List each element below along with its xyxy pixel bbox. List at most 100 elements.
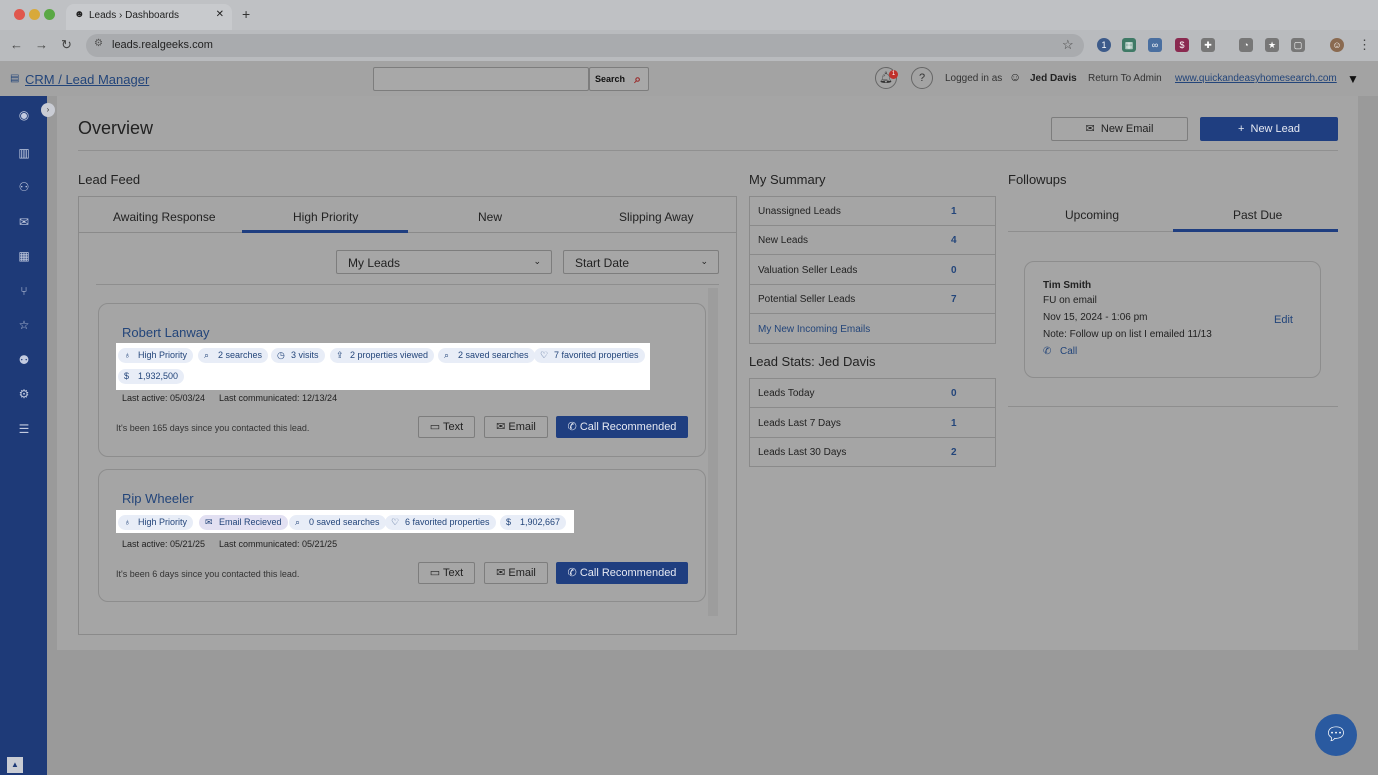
tab-close-icon[interactable]: ✕ <box>216 9 224 20</box>
phone-icon: ✆ <box>567 567 577 579</box>
close-window-button[interactable] <box>14 9 25 20</box>
email-button[interactable]: ✉ Email <box>484 562 548 584</box>
tab-past-due[interactable]: Past Due <box>1233 208 1282 222</box>
incoming-emails-link[interactable]: My New Incoming Emails <box>758 324 870 335</box>
last-active: Last active: 05/03/24 <box>122 393 206 403</box>
lead-name-link[interactable]: Rip Wheeler <box>122 491 194 506</box>
scroll-up-icon[interactable]: ▲ <box>7 757 23 773</box>
new-tab-icon[interactable]: + <box>242 6 250 22</box>
extension-1-icon[interactable]: 1 <box>1097 38 1111 52</box>
sidebar-calendar-icon[interactable]: ▦ <box>15 249 33 267</box>
return-to-admin-link[interactable]: Return To Admin <box>1088 73 1162 84</box>
summary-value[interactable]: 7 <box>951 294 957 305</box>
sidebar-logo-icon[interactable]: ◉ <box>15 108 33 126</box>
extension-link-icon[interactable]: ∞ <box>1148 38 1162 52</box>
my-leads-label: My Leads <box>348 256 401 270</box>
site-info-icon[interactable]: ⚙ <box>94 38 103 49</box>
browser-menu-icon[interactable]: ⋮ <box>1358 37 1371 53</box>
summary-value[interactable]: 1 <box>951 206 957 217</box>
tab-awaiting-response[interactable]: Awaiting Response <box>113 210 216 224</box>
email-button[interactable]: ✉ Email <box>484 416 548 438</box>
sidebar-mail-icon[interactable]: ✉ <box>15 215 33 233</box>
back-icon[interactable]: ← <box>10 37 23 52</box>
tab-slipping-away[interactable]: Slipping Away <box>619 210 694 224</box>
active-tab-indicator <box>1173 229 1338 232</box>
stats-label: Leads Last 7 Days <box>758 418 841 429</box>
sidebar-favorites-icon[interactable]: ☆ <box>15 318 33 336</box>
email-label: Email <box>508 421 536 433</box>
forward-icon[interactable]: → <box>35 37 48 52</box>
followup-edit-link[interactable]: Edit <box>1274 314 1293 326</box>
search-input[interactable] <box>373 67 589 91</box>
new-email-label: New Email <box>1100 123 1154 135</box>
followup-type: FU on email <box>1043 295 1097 306</box>
profile-avatar[interactable]: ☺ <box>1330 38 1344 52</box>
tab-high-priority[interactable]: High Priority <box>293 210 358 224</box>
stats-value[interactable]: 2 <box>951 447 957 458</box>
extension-dollar-icon[interactable]: $ <box>1175 38 1189 52</box>
sidepanel-icon[interactable]: ▢ <box>1291 38 1305 52</box>
lead-feed-scrollbar[interactable] <box>708 288 718 616</box>
chat-icon[interactable]: 💬︎ <box>1315 714 1357 756</box>
new-lead-button[interactable]: + New Lead <box>1200 117 1338 141</box>
ribbon-icon: ♁ <box>124 350 131 360</box>
lead-stats-title: Lead Stats: Jed Davis <box>749 354 876 369</box>
favorites-icon[interactable]: ★ <box>1265 38 1279 52</box>
sidebar-expand-icon[interactable]: › <box>41 103 55 117</box>
chip-price: $1,902,667 <box>500 515 567 530</box>
chip-label: 7 favorited properties <box>554 350 639 360</box>
title-divider <box>78 150 1338 151</box>
plus-icon: + <box>1237 123 1245 135</box>
tab-upcoming[interactable]: Upcoming <box>1065 208 1119 222</box>
my-leads-dropdown[interactable]: My Leads ⌄ <box>336 250 552 274</box>
heart-icon: ♡ <box>540 350 549 360</box>
summary-label: Potential Seller Leads <box>758 294 856 305</box>
stats-value[interactable]: 1 <box>951 418 957 429</box>
summary-value[interactable]: 4 <box>951 235 957 246</box>
extensions-puzzle-icon[interactable]: ✚ <box>1201 38 1215 52</box>
address-bar[interactable] <box>86 34 1084 57</box>
text-button[interactable]: ▭ Text <box>418 416 475 438</box>
sidebar-tasks-icon[interactable]: ☰ <box>15 422 33 440</box>
followups-title: Followups <box>1008 172 1067 187</box>
call-recommended-button[interactable]: ✆ Call Recommended <box>556 416 688 438</box>
minimize-window-button[interactable] <box>29 9 40 20</box>
sidebar-agents-icon[interactable]: ⚉ <box>15 353 33 371</box>
incognito-icon[interactable]: ◔ <box>1239 38 1253 52</box>
contact-note: It's been 6 days since you contacted thi… <box>116 569 300 579</box>
search-button[interactable]: Search ⌕ <box>589 67 649 91</box>
text-label: Text <box>443 421 464 433</box>
upload-icon: ⇪ <box>336 350 344 360</box>
sidebar-leads-icon[interactable]: ⚇ <box>15 180 33 198</box>
text-button[interactable]: ▭ Text <box>418 562 475 584</box>
start-date-dropdown[interactable]: Start Date ⌄ <box>563 250 719 274</box>
search-icon: ⌕ <box>295 517 301 527</box>
crm-lead-manager-link[interactable]: CRM / Lead Manager <box>25 72 149 87</box>
chip-properties-viewed: ⇪ 2 properties viewed <box>330 348 435 363</box>
sidebar-reports-icon[interactable]: ▥ <box>15 146 33 164</box>
help-icon[interactable]: ? <box>911 67 933 89</box>
start-date-label: Start Date <box>575 256 630 270</box>
call-recommended-button[interactable]: ✆ Call Recommended <box>556 562 688 584</box>
bookmark-star-icon[interactable]: ☆ <box>1062 37 1074 53</box>
maximize-window-button[interactable] <box>44 9 55 20</box>
crm-icon: ▤ <box>10 73 20 84</box>
extension-calendar-icon[interactable]: ▦ <box>1122 38 1136 52</box>
summary-value[interactable]: 0 <box>951 265 957 276</box>
tab-new[interactable]: New <box>478 210 502 224</box>
followup-call-link[interactable]: Call <box>1060 346 1077 357</box>
sidebar-routing-icon[interactable]: ⑂ <box>15 284 33 302</box>
summary-label: New Leads <box>758 235 809 246</box>
row-divider <box>749 437 996 438</box>
browser-tab[interactable]: ☻ Leads › Dashboards ✕ <box>66 4 232 30</box>
reload-icon[interactable]: ↻ <box>61 37 72 53</box>
new-email-button[interactable]: ✉ New Email <box>1051 117 1188 141</box>
sidebar: ◉ ▥ ⚇ ✉ ▦ ⑂ ☆ ⚉ ⚙ ☰ <box>0 96 47 775</box>
chip-label: 1,932,500 <box>138 371 179 381</box>
account-dropdown-icon[interactable]: ▼ <box>1347 72 1359 86</box>
site-link[interactable]: www.quickandeasyhomesearch.com <box>1175 73 1337 84</box>
message-icon: ▭ <box>429 421 441 433</box>
lead-name-link[interactable]: Robert Lanway <box>122 325 209 340</box>
stats-value[interactable]: 0 <box>951 388 957 399</box>
sidebar-settings-icon[interactable]: ⚙ <box>15 387 33 405</box>
